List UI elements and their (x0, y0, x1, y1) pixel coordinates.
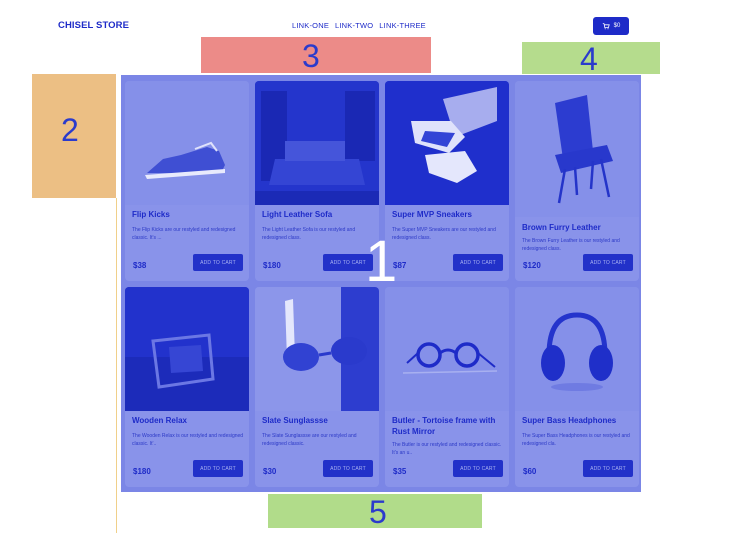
product-title[interactable]: Slate Sunglassse (262, 416, 374, 427)
nav-link-two[interactable]: LINK-TWO (335, 21, 373, 30)
main-nav: LINK-ONE LINK-TWO LINK-THREE (292, 21, 426, 30)
product-image (385, 81, 509, 205)
annotation-label-1: 1 (365, 229, 398, 294)
add-to-cart-button[interactable]: ADD TO CART (323, 460, 373, 477)
annotation-box-3: 3 (201, 37, 431, 73)
product-title[interactable]: Super MVP Sneakers (392, 210, 504, 221)
product-image (385, 287, 509, 411)
product-title[interactable]: Wooden Relax (132, 416, 244, 427)
cart-count: $0 (613, 23, 621, 29)
product-card[interactable]: Brown Furry Leather The Brown Furry Leat… (515, 81, 639, 281)
annotation-box-5: 5 (268, 494, 482, 528)
sidebar-annotation-box-2: 2 (32, 74, 116, 198)
product-title[interactable]: Light Leather Sofa (262, 210, 374, 221)
product-image (515, 81, 639, 217)
product-description: The Brown Furry Leather is our restyled … (522, 238, 620, 252)
product-image (125, 81, 249, 205)
nav-link-three[interactable]: LINK-THREE (379, 21, 426, 30)
product-description: The Super MVP Sneakers are our restyled … (392, 227, 496, 241)
annotation-label-5: 5 (369, 494, 387, 530)
product-price: $38 (133, 261, 147, 270)
product-card[interactable]: Slate Sunglassse The Slate Sunglassse ar… (255, 287, 379, 487)
product-image (515, 287, 639, 411)
add-to-cart-button[interactable]: ADD TO CART (583, 460, 633, 477)
annotation-box-4: 4 (522, 41, 660, 77)
product-card[interactable]: Flip Kicks The Flip Kicks are our restyl… (125, 81, 249, 281)
product-price: $35 (393, 467, 407, 476)
add-to-cart-button[interactable]: ADD TO CART (453, 460, 503, 477)
product-description: The Butler is our restyled and redesigne… (392, 442, 502, 456)
brand-logo[interactable]: CHISEL STORE (58, 20, 129, 31)
product-description: The Flip Kicks are our restyled and rede… (132, 227, 236, 241)
add-to-cart-button[interactable]: ADD TO CART (453, 254, 503, 271)
product-description: The Light Leather Sofa is our restyled a… (262, 227, 356, 241)
add-to-cart-button[interactable]: ADD TO CART (193, 460, 243, 477)
product-price: $180 (133, 467, 151, 476)
product-title[interactable]: Butler - Tortoise frame with Rust Mirror (392, 416, 504, 437)
cart-icon (602, 23, 610, 30)
product-description: The Super Bass Headphones is our restyle… (522, 433, 630, 447)
product-grid: Flip Kicks The Flip Kicks are our restyl… (121, 75, 641, 492)
product-description: The Wooden Relax is our restyled and red… (132, 433, 244, 447)
product-price: $120 (523, 261, 541, 270)
product-price: $30 (263, 467, 277, 476)
add-to-cart-button[interactable]: ADD TO CART (583, 254, 633, 271)
product-image (125, 287, 249, 411)
product-image (255, 81, 379, 205)
annotation-label-2: 2 (61, 112, 79, 148)
product-title[interactable]: Super Bass Headphones (522, 416, 634, 427)
cart-button[interactable]: $0 (593, 17, 629, 35)
sidebar-divider (116, 198, 117, 533)
product-image (255, 287, 379, 411)
product-card[interactable]: Wooden Relax The Wooden Relax is our res… (125, 287, 249, 487)
annotation-label-4: 4 (580, 41, 598, 77)
product-card[interactable]: Super MVP Sneakers The Super MVP Sneaker… (385, 81, 509, 281)
add-to-cart-button[interactable]: ADD TO CART (193, 254, 243, 271)
nav-link-one[interactable]: LINK-ONE (292, 21, 329, 30)
product-card[interactable]: Super Bass Headphones The Super Bass Hea… (515, 287, 639, 487)
product-title[interactable]: Brown Furry Leather (522, 223, 634, 234)
product-card[interactable]: Light Leather Sofa The Light Leather Sof… (255, 81, 379, 281)
product-price: $180 (263, 261, 281, 270)
product-description: The Slate Sunglassse are our restyled an… (262, 433, 357, 447)
product-title[interactable]: Flip Kicks (132, 210, 244, 221)
product-price: $60 (523, 467, 537, 476)
product-card[interactable]: Butler - Tortoise frame with Rust Mirror… (385, 287, 509, 487)
annotation-label-3: 3 (302, 38, 320, 74)
